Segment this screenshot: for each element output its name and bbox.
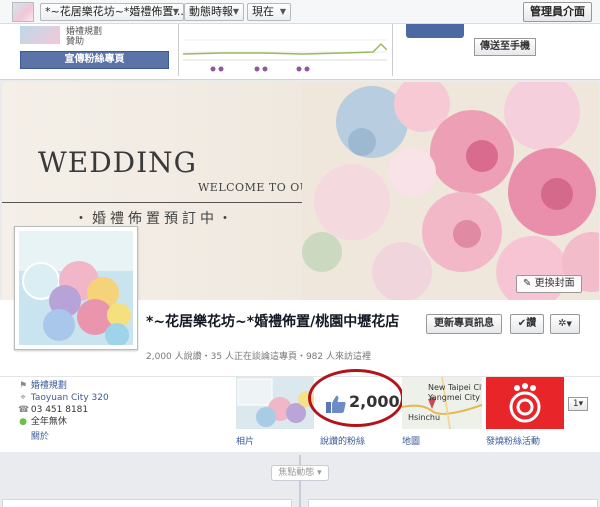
promote-card: 婚禮規劃 贊助 宣傳粉絲專頁 [18, 24, 171, 76]
page-info-row: ⚑ 婚禮規劃 ⌖ Taoyuan City 320 ☎ 03 451 8181 … [0, 369, 600, 452]
activity-label: 動態時報 [189, 5, 233, 18]
page-title[interactable]: *~花居樂花坊~*婚禮佈置/桃園中壢花店 [146, 314, 424, 331]
promo-logo-icon [486, 377, 564, 429]
highlights-dropdown[interactable]: 焦點動態 ▾ [271, 465, 329, 481]
promote-page-button[interactable]: 宣傳粉絲專頁 [20, 51, 169, 69]
promo-tile[interactable] [486, 377, 564, 429]
promote-card-sponsored: 贊助 [66, 37, 85, 47]
photos-tile[interactable] [236, 377, 314, 429]
info-hours: ● 全年無休 [18, 416, 109, 428]
map-tile[interactable]: New Taipei City Yangmei City Hsinchu [402, 377, 482, 429]
admin-bar: *~花居樂花坊~*婚禮佈置... ▼ 動態時報 ▼ 現在 ▼ 管理員介面 [0, 0, 600, 24]
profile-picture[interactable] [14, 226, 138, 350]
divider [392, 24, 393, 76]
checkmark-icon: ✔ [517, 318, 527, 329]
promote-card-category: 婚禮規劃 [66, 27, 103, 37]
likes-label[interactable]: 說讚的粉絲 [320, 434, 365, 447]
now-label: 現在 [252, 5, 274, 18]
info-category[interactable]: ⚑ 婚禮規劃 [18, 380, 109, 392]
chart-point [218, 66, 224, 72]
promo-label[interactable]: 發燒粉絲活動 [486, 434, 540, 447]
about-label: 關於 [30, 432, 49, 442]
chevron-down-icon: ▼ [172, 7, 179, 16]
flower-bouquet-image [302, 82, 599, 300]
open-status-icon: ● [19, 417, 27, 427]
city-label: Taoyuan City 320 [30, 393, 109, 403]
photos-label[interactable]: 相片 [236, 434, 254, 447]
more-tiles-dropdown[interactable]: 1▾ [568, 397, 588, 411]
chart-point [254, 66, 260, 72]
liked-button[interactable]: ✔讚 [510, 314, 544, 334]
chart-point [210, 66, 216, 72]
profile-picture-image [19, 231, 133, 345]
tag-icon: ⚑ [18, 381, 28, 391]
admin-panel-button[interactable]: 管理員介面 [523, 2, 592, 22]
map-city-3: Hsinchu [408, 413, 441, 422]
promote-card-text: 婚禮規劃 贊助 [66, 27, 102, 47]
cover-tagline: ・婚禮佈置預訂中・ [74, 211, 236, 227]
chevron-down-icon: ▾ [314, 468, 322, 478]
divider [178, 24, 179, 76]
chevron-down-icon: ▼ [279, 7, 286, 16]
pencil-icon: ✎ [523, 278, 532, 289]
highlights-label: 焦點動態 [278, 468, 315, 478]
chevron-down-icon: ▼ [232, 7, 239, 16]
map-label[interactable]: 地圖 [402, 434, 420, 447]
page-switcher-label: *~花居樂花坊~*婚禮佈置... [45, 5, 184, 18]
phone-label: 03 451 8181 [30, 405, 89, 415]
send-to-phone-button[interactable]: 傳送至手機 [474, 38, 536, 56]
now-dropdown[interactable]: 現在 ▼ [247, 3, 291, 21]
location-icon: ⌖ [20, 393, 26, 403]
category-label: 婚禮規劃 [30, 381, 67, 391]
hours-label: 全年無休 [30, 417, 67, 427]
update-page-info-button[interactable]: 更新專頁訊息 [426, 314, 502, 334]
map-city-1: New Taipei City [428, 383, 482, 392]
chart-point [304, 66, 310, 72]
info-city[interactable]: ⌖ Taoyuan City 320 [18, 392, 109, 404]
cover-divider-line [2, 202, 332, 203]
phone-icon: ☎ [18, 405, 30, 415]
info-phone: ☎ 03 451 8181 [18, 404, 109, 416]
annotation-circle [308, 369, 404, 427]
chart-point [296, 66, 302, 72]
page-info-list: ⚑ 婚禮規劃 ⌖ Taoyuan City 320 ☎ 03 451 8181 … [18, 380, 109, 443]
page-thumbnail[interactable] [12, 2, 34, 22]
activity-dropdown[interactable]: 動態時報 ▼ [184, 3, 244, 21]
promote-preview-image [20, 26, 60, 44]
admin-panel-strip: 婚禮規劃 贊助 宣傳粉絲專頁 傳送至手機 [0, 24, 600, 80]
insights-mini-chart [183, 39, 387, 72]
invite-button[interactable] [406, 24, 464, 38]
about-link[interactable]: 關於 [18, 431, 109, 443]
chevron-down-icon: ▾ [578, 399, 584, 409]
chart-point [262, 66, 268, 72]
settings-button[interactable]: ✲▼ [550, 314, 580, 334]
timeline-spine [299, 455, 301, 507]
change-cover-button[interactable]: ✎ 更換封面 [516, 275, 582, 293]
liked-label: 讚 [526, 318, 537, 329]
timeline-card-left [2, 499, 292, 507]
cover-title: WEDDING [38, 146, 198, 179]
page-stats: 2,000 人說讚・35 人正在談論這專頁・982 人來訪這裡 [146, 352, 371, 362]
timeline-area: 焦點動態 ▾ [0, 455, 600, 507]
gear-icon: ✲ [558, 318, 567, 329]
map-city-2: Yangmei City [428, 393, 480, 402]
timeline-card-right [308, 499, 598, 507]
chevron-down-icon: ▼ [566, 320, 572, 328]
page-switcher-dropdown[interactable]: *~花居樂花坊~*婚禮佈置... ▼ [40, 3, 184, 21]
change-cover-label: 更換封面 [534, 278, 575, 289]
